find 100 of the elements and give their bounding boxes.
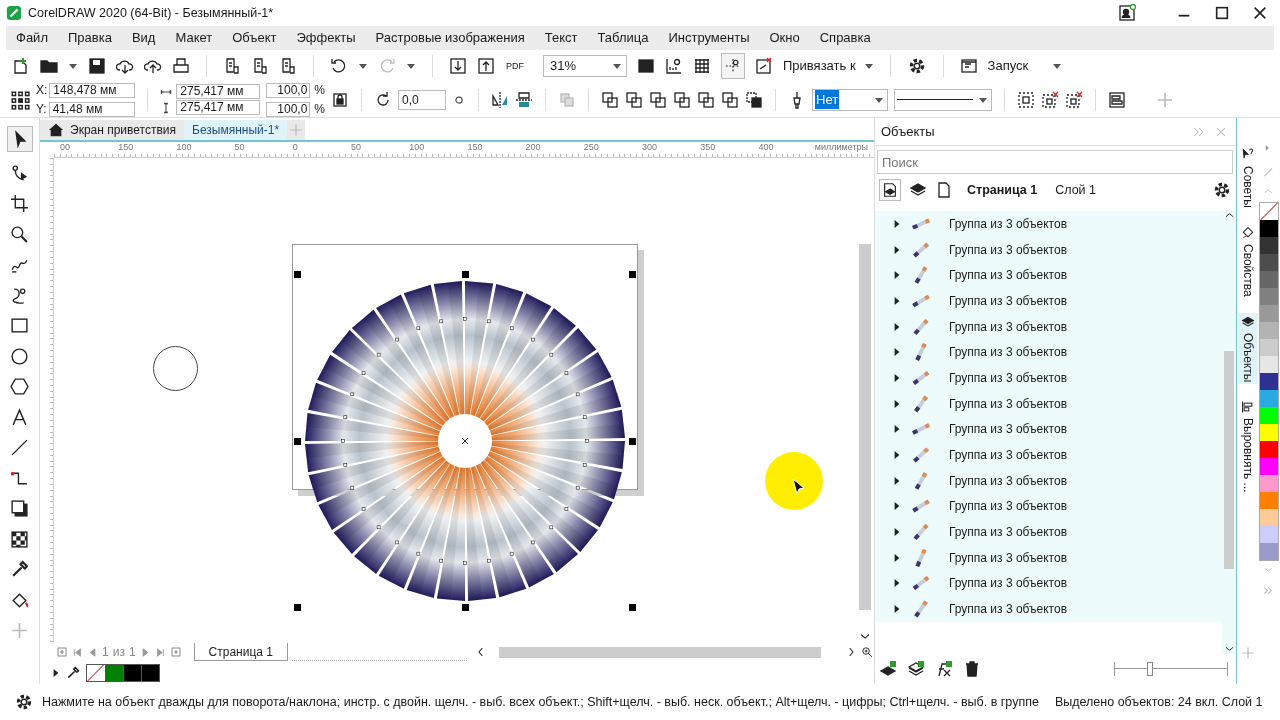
thumbnail-size-slider[interactable]: [1114, 662, 1228, 676]
line-style-dropdown[interactable]: [894, 88, 992, 111]
selection-handle[interactable]: [462, 604, 469, 611]
expand-icon[interactable]: [893, 552, 901, 563]
first-page-icon[interactable]: [72, 646, 83, 658]
new-document-icon[interactable]: [12, 57, 30, 75]
scrollbar-thumb[interactable]: [1224, 351, 1234, 569]
overlap-icon[interactable]: [649, 90, 667, 109]
expand-icon[interactable]: [893, 244, 901, 255]
print-icon[interactable]: [172, 57, 190, 75]
snap-icon[interactable]: [755, 57, 773, 75]
add-page-icon[interactable]: [169, 646, 182, 658]
full-screen-icon[interactable]: [637, 57, 655, 75]
new-effect-icon[interactable]: [935, 660, 953, 678]
rotate-icon[interactable]: [374, 90, 392, 109]
clear-transform-icon[interactable]: [1065, 90, 1083, 109]
object-list-item[interactable]: Группа из 3 объектов: [875, 339, 1222, 366]
launch-icon[interactable]: [959, 57, 978, 75]
expand-icon[interactable]: [893, 424, 901, 435]
expand-icon[interactable]: [893, 372, 901, 383]
transparency-tool-icon[interactable]: [10, 529, 29, 549]
color-swatch[interactable]: [1260, 475, 1278, 492]
caret-icon[interactable]: [68, 62, 78, 70]
no-color-swatch[interactable]: [87, 665, 105, 681]
close-icon[interactable]: [1252, 5, 1268, 21]
folder-icon[interactable]: [40, 57, 58, 75]
scale-field[interactable]: 100,0: [266, 101, 311, 117]
color-swatch[interactable]: [1260, 322, 1278, 339]
menu-item[interactable]: Текст: [544, 28, 578, 48]
caret-icon[interactable]: [1052, 62, 1063, 70]
align-icon[interactable]: [1108, 90, 1126, 109]
ruler-icon[interactable]: [665, 57, 683, 75]
menu-item[interactable]: Файл: [16, 28, 48, 48]
expand-icon[interactable]: [52, 667, 60, 679]
color-swatch[interactable]: [1260, 458, 1278, 475]
import-icon[interactable]: [449, 57, 467, 75]
caret-icon[interactable]: [978, 95, 988, 104]
slider-thumb[interactable]: [1147, 662, 1154, 676]
previous-page-icon[interactable]: [87, 646, 98, 658]
document-icon[interactable]: [251, 57, 269, 75]
object-list-item[interactable]: Группа из 3 объектов: [875, 467, 1222, 494]
selection-handle[interactable]: [462, 271, 469, 278]
scrollbar-thumb[interactable]: [859, 244, 871, 610]
select-icon[interactable]: [1017, 90, 1035, 109]
color-swatch[interactable]: [1260, 492, 1278, 509]
color-swatch[interactable]: [1260, 305, 1278, 322]
overlap-icon[interactable]: [601, 90, 619, 109]
settings-icon[interactable]: [14, 692, 34, 712]
outline-width-dropdown[interactable]: Нет: [812, 88, 888, 111]
snap-dropdown[interactable]: Привязать к: [783, 56, 874, 76]
expand-icon[interactable]: [893, 398, 901, 409]
selection-handle[interactable]: [294, 271, 301, 278]
object-list-item[interactable]: Группа из 3 объектов: [875, 288, 1222, 314]
caret-icon[interactable]: [358, 62, 368, 70]
eyedropper-icon[interactable]: [66, 666, 80, 680]
shape-tool-icon[interactable]: [10, 163, 29, 183]
horizontal-scrollbar-thumb[interactable]: [499, 646, 821, 658]
selection-handle[interactable]: [629, 438, 636, 445]
color-swatch[interactable]: [105, 665, 123, 681]
object-list-item[interactable]: Группа из 3 объектов: [875, 390, 1222, 417]
next-page-icon[interactable]: [139, 646, 151, 658]
scale-field[interactable]: 100,0: [266, 82, 311, 98]
mirror-vertical-icon[interactable]: [515, 90, 533, 109]
crop-tool-icon[interactable]: [10, 194, 29, 213]
guides-icon[interactable]: [725, 58, 741, 74]
menu-item[interactable]: Эффекты: [296, 28, 356, 48]
object-list-item[interactable]: Группа из 3 объектов: [875, 262, 1222, 289]
launch-dropdown[interactable]: Запуск: [987, 56, 1063, 76]
color-swatch[interactable]: [1260, 356, 1278, 373]
maximize-icon[interactable]: [1214, 5, 1230, 21]
overlap-icon[interactable]: [673, 90, 691, 109]
ellipse-tool-icon[interactable]: [10, 346, 29, 366]
line-tool-icon[interactable]: [10, 438, 29, 457]
last-page-icon[interactable]: [154, 646, 166, 658]
selection-handle[interactable]: [294, 604, 301, 611]
settings-icon[interactable]: [1212, 180, 1232, 200]
object-list-item[interactable]: Группа из 3 объектов: [875, 544, 1222, 571]
expand-icon[interactable]: [893, 321, 901, 332]
handles-icon[interactable]: [10, 89, 30, 110]
caret-icon[interactable]: [612, 62, 622, 70]
expand-icon[interactable]: [893, 527, 901, 538]
expand-icon[interactable]: [893, 578, 901, 589]
menu-item[interactable]: Объект: [232, 28, 277, 48]
color-swatch[interactable]: [1260, 254, 1278, 271]
save-icon[interactable]: [88, 57, 106, 75]
document-icon[interactable]: [279, 57, 297, 75]
page-layer-button[interactable]: [879, 179, 901, 201]
search-field[interactable]: Поиск: [877, 150, 1233, 174]
side-tab[interactable]: Выровнять ...: [1237, 398, 1258, 495]
undo-icon[interactable]: [330, 57, 348, 75]
color-swatch[interactable]: [1260, 543, 1278, 560]
overlap-icon[interactable]: [697, 90, 715, 109]
pointer-tool-button[interactable]: [6, 126, 33, 152]
overlap-icon[interactable]: [721, 90, 739, 109]
color-swatch[interactable]: [1260, 424, 1278, 441]
add-page-icon[interactable]: [56, 646, 68, 658]
page-tab[interactable]: Страница 1: [193, 643, 288, 661]
rectangle-tool-icon[interactable]: [10, 316, 29, 335]
color-swatch[interactable]: [1260, 441, 1278, 458]
color-swatch[interactable]: [1260, 373, 1278, 390]
